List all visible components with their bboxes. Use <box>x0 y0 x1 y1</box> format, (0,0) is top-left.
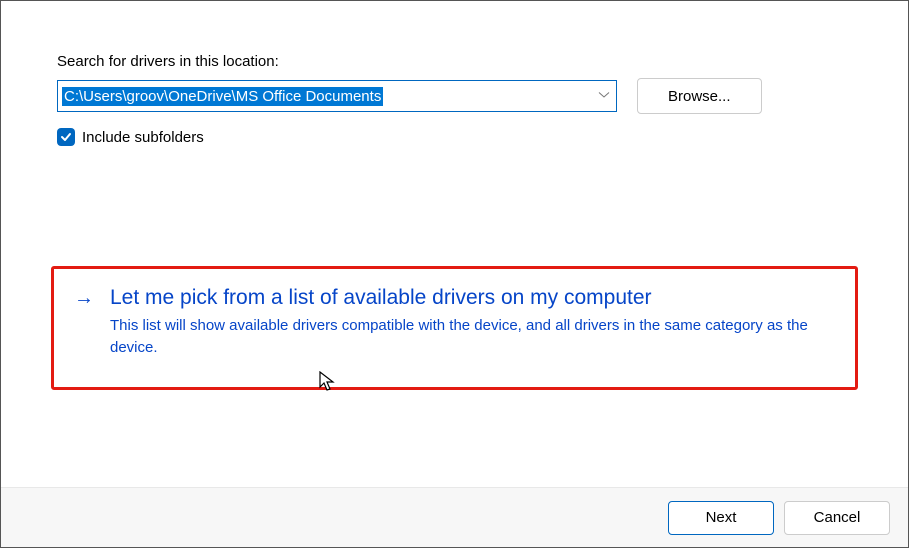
path-value: C:\Users\groov\OneDrive\MS Office Docume… <box>62 87 383 106</box>
browse-button[interactable]: Browse... <box>637 78 762 114</box>
pick-driver-title: Let me pick from a list of available dri… <box>110 285 835 311</box>
chevron-down-icon <box>598 91 610 102</box>
pick-driver-option[interactable]: → Let me pick from a list of available d… <box>74 285 835 359</box>
arrow-right-icon: → <box>74 285 94 311</box>
path-combobox[interactable]: C:\Users\groov\OneDrive\MS Office Docume… <box>57 80 617 112</box>
include-subfolders-checkbox[interactable] <box>57 128 75 146</box>
annotation-highlight: → Let me pick from a list of available d… <box>51 266 858 390</box>
next-button[interactable]: Next <box>668 501 774 535</box>
pick-driver-desc: This list will show available drivers co… <box>110 315 835 359</box>
dialog-footer: Next Cancel <box>1 487 908 547</box>
search-location-label: Search for drivers in this location: <box>57 53 852 70</box>
cancel-button[interactable]: Cancel <box>784 501 890 535</box>
include-subfolders-label: Include subfolders <box>82 129 204 146</box>
